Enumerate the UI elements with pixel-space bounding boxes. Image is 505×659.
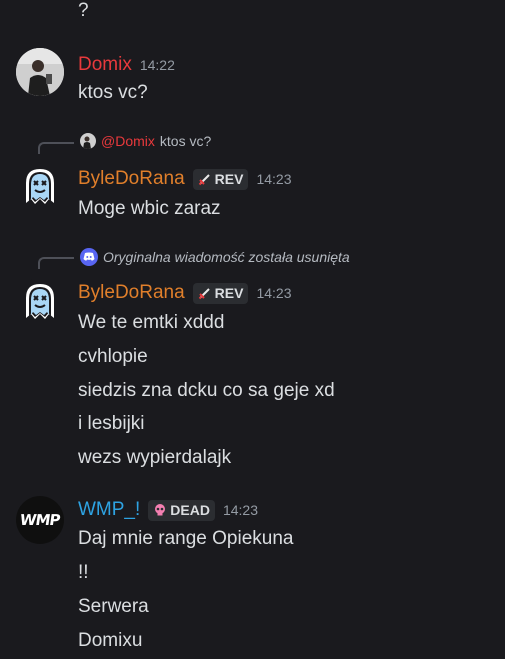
role-badge[interactable]: REV: [192, 282, 249, 304]
wmp-logo-text: WMP: [19, 511, 61, 529]
username[interactable]: ByleDoRana: [78, 282, 185, 304]
badge-label: REV: [214, 171, 244, 187]
ghost-avatar[interactable]: [16, 163, 64, 211]
message-header: WMP_! DEAD 14:23: [78, 499, 258, 521]
message-line: siedzis zna dcku co sa geje xd: [78, 380, 335, 401]
timestamp[interactable]: 14:23: [256, 171, 291, 187]
ghost-icon: [26, 169, 54, 204]
user-avatar-domix[interactable]: [16, 48, 64, 96]
reply-avatar: [80, 133, 96, 149]
message-header: ByleDoRana REV 14:23: [78, 168, 292, 190]
message-line: i lesbijki: [78, 413, 145, 434]
reply-text: ktos vc?: [159, 133, 212, 149]
message-line: cvhlopie: [78, 346, 148, 367]
role-badge[interactable]: REV: [192, 168, 249, 190]
username[interactable]: WMP_!: [78, 499, 140, 521]
reply-mention[interactable]: @Domix: [101, 133, 155, 149]
message-header: ByleDoRana REV 14:23: [78, 282, 292, 304]
message-header: Domix 14:22: [78, 54, 175, 76]
reply-preview[interactable]: Oryginalna wiadomość została usunięta: [80, 248, 350, 266]
discord-icon: [80, 248, 98, 266]
timestamp[interactable]: 14:22: [140, 57, 175, 73]
message-line: We te emtki xddd: [78, 312, 225, 333]
username[interactable]: Domix: [78, 54, 132, 76]
sword-icon: [198, 288, 210, 300]
skull-icon: [155, 504, 166, 516]
message-line: ktos vc?: [78, 82, 148, 103]
badge-label: REV: [214, 285, 244, 301]
timestamp[interactable]: 14:23: [223, 502, 258, 518]
message-line: wezs wypierdalajk: [78, 447, 232, 468]
deleted-reply-text: Oryginalna wiadomość została usunięta: [103, 249, 350, 265]
username[interactable]: ByleDoRana: [78, 168, 185, 190]
message-line: Serwera: [78, 596, 149, 617]
sword-icon: [198, 174, 210, 186]
timestamp[interactable]: 14:23: [256, 285, 291, 301]
message-line: Moge wbic zaraz: [78, 198, 221, 219]
ghost-icon: [26, 284, 54, 319]
reply-spine: [38, 257, 74, 269]
ghost-avatar[interactable]: [16, 278, 64, 326]
wmp-logo-avatar[interactable]: WMP: [16, 496, 64, 544]
role-badge[interactable]: DEAD: [148, 499, 215, 521]
message-line: Daj mnie range Opiekuna: [78, 528, 294, 549]
message-line: !!: [78, 562, 89, 583]
reply-preview[interactable]: @Domix ktos vc?: [80, 133, 211, 149]
badge-label: DEAD: [170, 502, 210, 518]
message-line: Domixu: [78, 630, 143, 651]
reply-spine: [38, 142, 74, 154]
message-line: ?: [78, 0, 89, 21]
